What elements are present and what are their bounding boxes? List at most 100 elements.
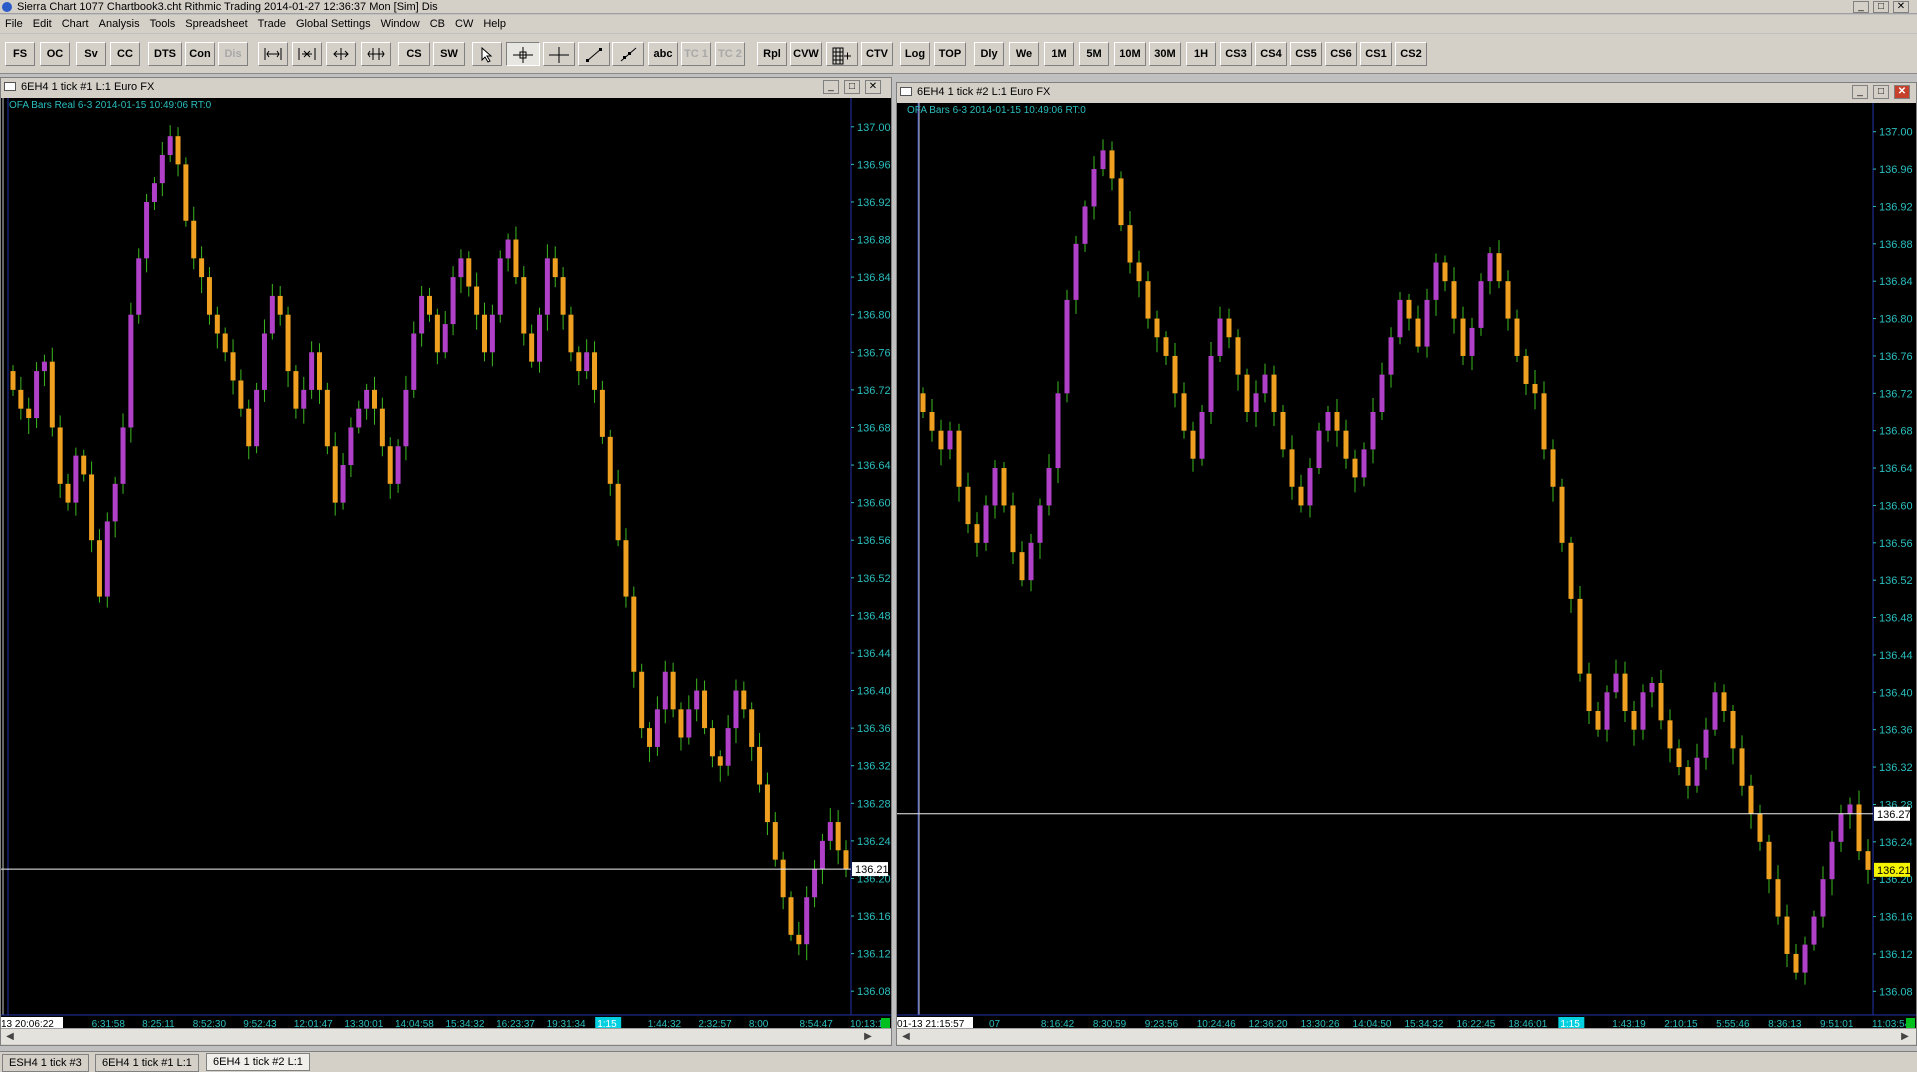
menu-cw[interactable]: CW: [450, 15, 478, 33]
crosshair-icon[interactable]: [506, 42, 540, 66]
menu-tools[interactable]: Tools: [145, 15, 181, 33]
candle-body: [1406, 299, 1412, 319]
candle-body: [293, 371, 299, 409]
scroll-left-icon[interactable]: [326, 42, 356, 66]
chart-2-canvas[interactable]: 137.00 136.96 136.92 136.88 136.84 136.80 136.…: [897, 103, 1916, 1030]
toolbar-button-tc1[interactable]: TC 1: [681, 42, 711, 66]
toolbar-button-cc[interactable]: CC: [110, 42, 140, 66]
toolbar-button-con[interactable]: Con: [185, 42, 215, 66]
menu-window[interactable]: Window: [376, 15, 425, 33]
menu-spreadsheet[interactable]: Spreadsheet: [180, 15, 252, 33]
close-button[interactable]: ✕: [1893, 1, 1909, 13]
toolbar-button-cvw[interactable]: CVW: [790, 42, 822, 66]
toolbar-button-log[interactable]: Log: [900, 42, 930, 66]
menu-analysis[interactable]: Analysis: [94, 15, 145, 33]
chart-1-maximize-button[interactable]: □: [844, 80, 860, 94]
candle-body: [1145, 281, 1151, 319]
price-tick-label: 136.68: [1879, 426, 1913, 438]
candle-body: [403, 389, 409, 447]
toolbar-button-tc2[interactable]: TC 2: [715, 42, 745, 66]
scroll-left-arrow-icon[interactable]: ◀: [3, 1030, 17, 1043]
toolbar-button-m1[interactable]: 1M: [1044, 42, 1074, 66]
toolbar-button-h1[interactable]: 1H: [1186, 42, 1216, 66]
chart-1-close-button[interactable]: ✕: [865, 80, 881, 94]
chart-1-horizontal-scrollbar[interactable]: ◀ ▶: [1, 1028, 891, 1044]
menu-global-settings[interactable]: Global Settings: [291, 15, 376, 33]
candle-body: [1073, 243, 1079, 300]
chart-tab[interactable]: 6EH4 1 tick #2 L:1: [206, 1053, 310, 1071]
scroll-right-icon[interactable]: [361, 42, 391, 66]
chart-panel-2: 6EH4 1 tick #2 L:1 Euro FX _ □ ✕ 137.00 1…: [896, 82, 1917, 1046]
interval-expand-icon[interactable]: [292, 42, 322, 66]
candle-body: [827, 822, 833, 841]
toolbar-button-cs2[interactable]: CS2: [1395, 42, 1427, 66]
candle-body: [709, 728, 715, 757]
toolbar-button-dis[interactable]: Dis: [218, 42, 248, 66]
minimize-button[interactable]: _: [1853, 1, 1869, 13]
toolbar-button-we[interactable]: We: [1009, 42, 1039, 66]
candle-body: [340, 465, 346, 503]
toolbar-button-m10[interactable]: 10M: [1114, 42, 1146, 66]
line-tool-icon[interactable]: [578, 42, 610, 66]
restore-button[interactable]: □: [1873, 1, 1889, 13]
chart-1-minimize-button[interactable]: _: [823, 80, 839, 94]
chart-2-minimize-button[interactable]: _: [1852, 85, 1868, 99]
toolbar-button-m30[interactable]: 30M: [1149, 42, 1181, 66]
toolbar-button-dts[interactable]: DTS: [148, 42, 182, 66]
candle-body: [1415, 318, 1421, 347]
candle-body: [1217, 318, 1223, 356]
chart-2-close-button[interactable]: ✕: [1894, 85, 1910, 99]
toolbar-button-cs[interactable]: CS: [398, 42, 430, 66]
ray-tool-icon[interactable]: [612, 42, 644, 66]
candle-body: [1100, 150, 1106, 170]
chart-tab[interactable]: ESH4 1 tick #3: [2, 1054, 89, 1072]
candle-body: [1388, 337, 1394, 375]
crosshair-price-label: 136.27: [1877, 809, 1911, 821]
menu-file[interactable]: File: [0, 15, 28, 33]
candle-body: [1505, 281, 1511, 319]
candle-body: [199, 258, 205, 278]
price-tick-label: 136.12: [1879, 949, 1913, 961]
toolbar-button-rpl[interactable]: Rpl: [757, 42, 787, 66]
candle-body: [1091, 169, 1097, 207]
toolbar-button-sw[interactable]: SW: [433, 42, 465, 66]
price-chart-svg: 137.00 136.96 136.92 136.88 136.84 136.80 136.…: [1, 98, 891, 1030]
toolbar-button-cs5[interactable]: CS5: [1290, 42, 1322, 66]
menu-edit[interactable]: Edit: [28, 15, 57, 33]
toolbar-button-cs4[interactable]: CS4: [1255, 42, 1287, 66]
interval-shrink-icon[interactable]: [258, 42, 288, 66]
chart-1-canvas[interactable]: 137.00 136.96 136.92 136.88 136.84 136.80 136.…: [1, 98, 891, 1030]
toolbar-button-cs1[interactable]: CS1: [1360, 42, 1392, 66]
price-tick-label: 136.92: [857, 197, 891, 209]
price-tick-label: 136.72: [1879, 388, 1913, 400]
tpo-grid-icon[interactable]: [826, 42, 858, 66]
toolbar-button-sv[interactable]: Sv: [76, 42, 106, 66]
toolbar-button-top[interactable]: TOP: [934, 42, 966, 66]
scroll-left-arrow-icon[interactable]: ◀: [899, 1030, 913, 1043]
candle-body: [1271, 374, 1277, 412]
toolbar-button-oc[interactable]: OC: [40, 42, 70, 66]
menu-cb[interactable]: CB: [425, 15, 450, 33]
toolbar-button-m5[interactable]: 5M: [1079, 42, 1109, 66]
toolbar-button-cs6[interactable]: CS6: [1325, 42, 1357, 66]
toolbar-button-fs[interactable]: FS: [5, 42, 35, 66]
scroll-right-arrow-icon[interactable]: ▶: [1898, 1030, 1912, 1043]
menu-trade[interactable]: Trade: [253, 15, 291, 33]
chart-2-horizontal-scrollbar[interactable]: ◀ ▶: [897, 1028, 1916, 1044]
crosshair-thin-icon[interactable]: [543, 42, 575, 66]
chart-2-maximize-button[interactable]: □: [1873, 85, 1889, 99]
toolbar-button-cs3[interactable]: CS3: [1220, 42, 1252, 66]
price-tick-label: 136.52: [1879, 575, 1913, 587]
candle-body: [246, 408, 252, 447]
menu-chart[interactable]: Chart: [57, 15, 94, 33]
toolbar-button-ctv[interactable]: CTV: [861, 42, 893, 66]
candle-body: [1685, 767, 1691, 786]
chart-tab[interactable]: 6EH4 1 tick #1 L:1: [95, 1054, 199, 1072]
menu-help[interactable]: Help: [478, 15, 511, 33]
pointer-icon[interactable]: [472, 42, 502, 66]
candle-body: [1523, 355, 1529, 384]
candle-body: [725, 728, 731, 766]
scroll-right-arrow-icon[interactable]: ▶: [861, 1030, 875, 1043]
toolbar-button-dly[interactable]: Dly: [974, 42, 1004, 66]
toolbar-button-abc[interactable]: abc: [648, 42, 678, 66]
